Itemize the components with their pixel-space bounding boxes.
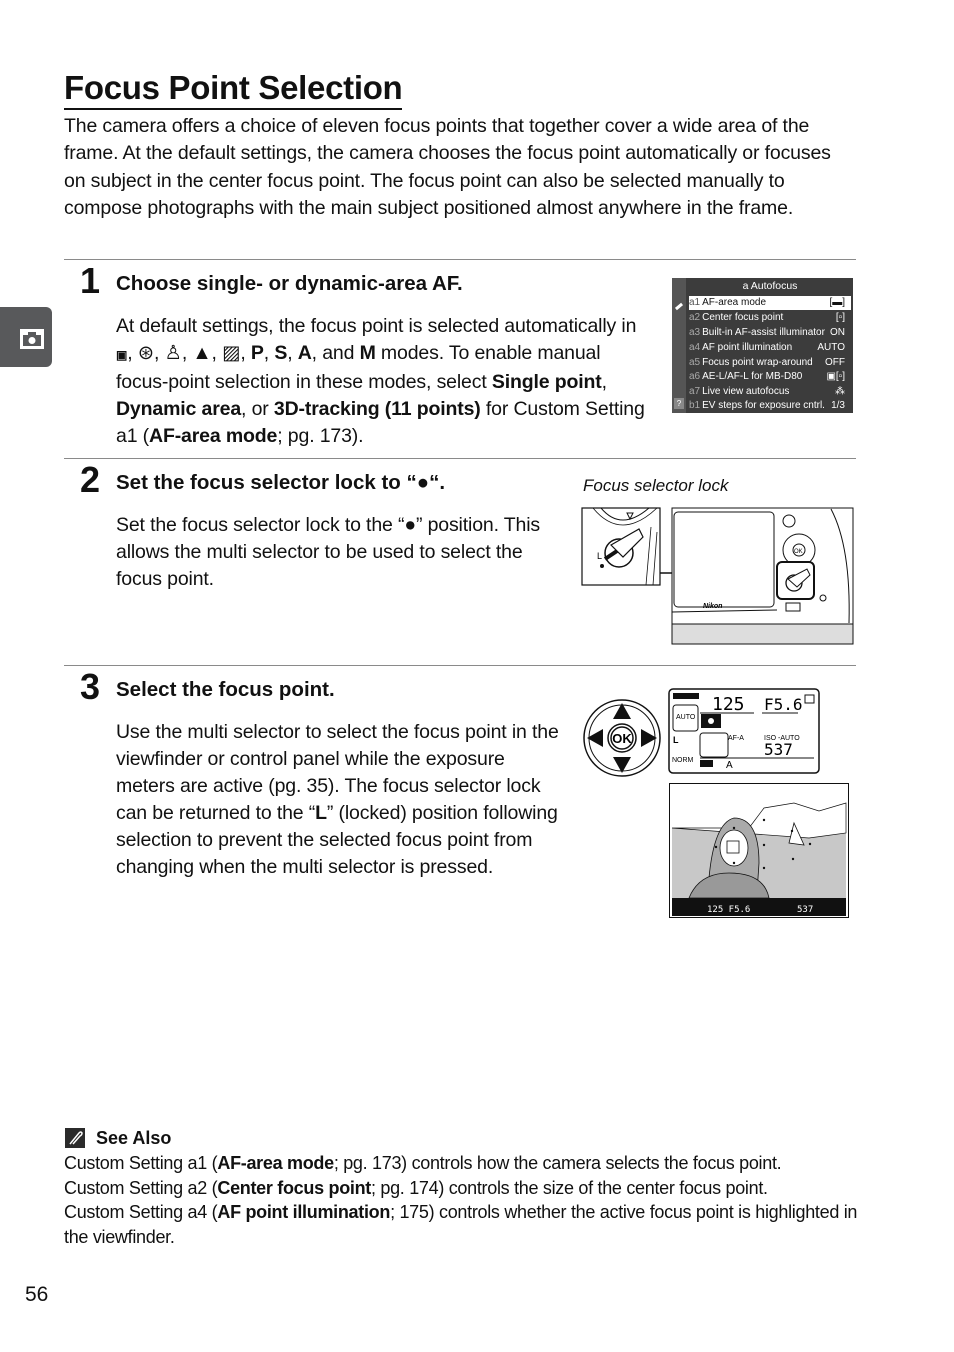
figure-caption: Focus selector lock	[583, 476, 729, 495]
step-title: Select the focus point.	[116, 678, 335, 701]
menu-row: a6 AE-L/AF-L for MB-D80 ▣[▫]	[689, 371, 845, 382]
menu-row: a3 Built-in AF-assist illuminator ON	[689, 327, 845, 338]
frame-count: 537	[764, 740, 793, 759]
night-portrait-mode-icon: ▨	[222, 342, 241, 364]
see-also-item: Custom Setting a1 (AF-area mode; pg. 173…	[64, 1153, 782, 1173]
flash-off-mode-icon: ⊛	[137, 342, 154, 364]
quality-label: NORM	[672, 757, 694, 764]
menu-row: a5 Focus point wrap-around OFF	[689, 357, 845, 368]
menu-row: a1 AF-area mode [▬]	[689, 296, 851, 310]
step-title: Choose single- or dynamic-area AF.	[116, 272, 463, 295]
lock-label: L	[597, 551, 602, 561]
step-title: Set the focus selector lock to “●“.	[116, 471, 446, 494]
af-mode-label: AF-A	[728, 735, 744, 742]
divider	[64, 259, 856, 260]
divider	[64, 665, 856, 666]
paperclip-icon	[65, 1128, 85, 1148]
image-size-label: L	[673, 735, 679, 745]
page-number: 56	[25, 1283, 49, 1306]
menu-row: a2 Center focus point [▫]	[689, 312, 845, 323]
see-also-item: Custom Setting a4 (AF point illumination…	[64, 1202, 858, 1247]
ok-button-label: OK	[612, 731, 632, 746]
section-tab-shooting	[0, 307, 52, 367]
wb-icon	[700, 760, 713, 767]
viewfinder-illustration: 125 F5.6 537	[669, 783, 849, 918]
step-text: Use the multi selector to select the foc…	[116, 721, 559, 878]
step-text: Set the focus selector lock to the “●” p…	[116, 514, 541, 590]
help-icon: ?	[674, 398, 684, 409]
camera-icon	[20, 329, 44, 349]
nikon-logo: Nikon	[703, 603, 722, 610]
step-number: 3	[80, 666, 101, 707]
menu-row: a7 Live view autofocus ⁂	[689, 386, 845, 397]
step-number: 2	[80, 459, 101, 500]
menu-row: b1 EV steps for exposure cntrl. 1/3	[689, 400, 845, 411]
menu-row: a4 AF point illumination AUTO	[689, 342, 845, 353]
divider	[64, 458, 856, 459]
control-panel-illustration: 125 F5.6 AUTO L AF-A ISO -AUTO 537 NORM …	[668, 688, 820, 774]
step-number: 1	[80, 260, 101, 301]
wb-value: A	[726, 760, 733, 771]
intro-paragraph: The camera offers a choice of eleven foc…	[64, 115, 831, 219]
ok-label: OK	[794, 549, 803, 555]
step-text: At default settings, the focus point is …	[116, 315, 645, 447]
see-also-item: Custom Setting a2 (Center focus point; p…	[64, 1177, 768, 1198]
autofocus-menu-screenshot: ? a Autofocus a1 AF-area mode [▬] a2 Center…	[672, 278, 853, 413]
shutter-readout: 125	[712, 694, 745, 715]
see-also-title: See Also	[96, 1128, 172, 1148]
viewfinder-readout-right: 537	[797, 905, 813, 915]
pencil-icon	[674, 302, 684, 311]
auto-mode-icon: ▣	[116, 348, 128, 362]
landscape-mode-icon: ▲	[192, 342, 212, 364]
page-title: Focus Point Selection	[64, 68, 403, 110]
menu-sidebar: ?	[672, 278, 686, 413]
multi-selector-illustration: OK	[583, 699, 661, 777]
battery-icon	[673, 693, 699, 699]
auto-label: AUTO	[676, 714, 696, 721]
menu-title: a Autofocus	[742, 280, 798, 292]
viewfinder-readout-left: 125 F5.6	[707, 905, 750, 915]
aperture-readout: F5.6	[764, 695, 803, 714]
portrait-mode-icon: ♙	[164, 342, 182, 364]
focus-selector-lock-illustration: L Nikon OK	[581, 507, 854, 645]
see-also-text: Custom Setting a1 (AF-area mode; pg. 173…	[64, 1151, 864, 1249]
